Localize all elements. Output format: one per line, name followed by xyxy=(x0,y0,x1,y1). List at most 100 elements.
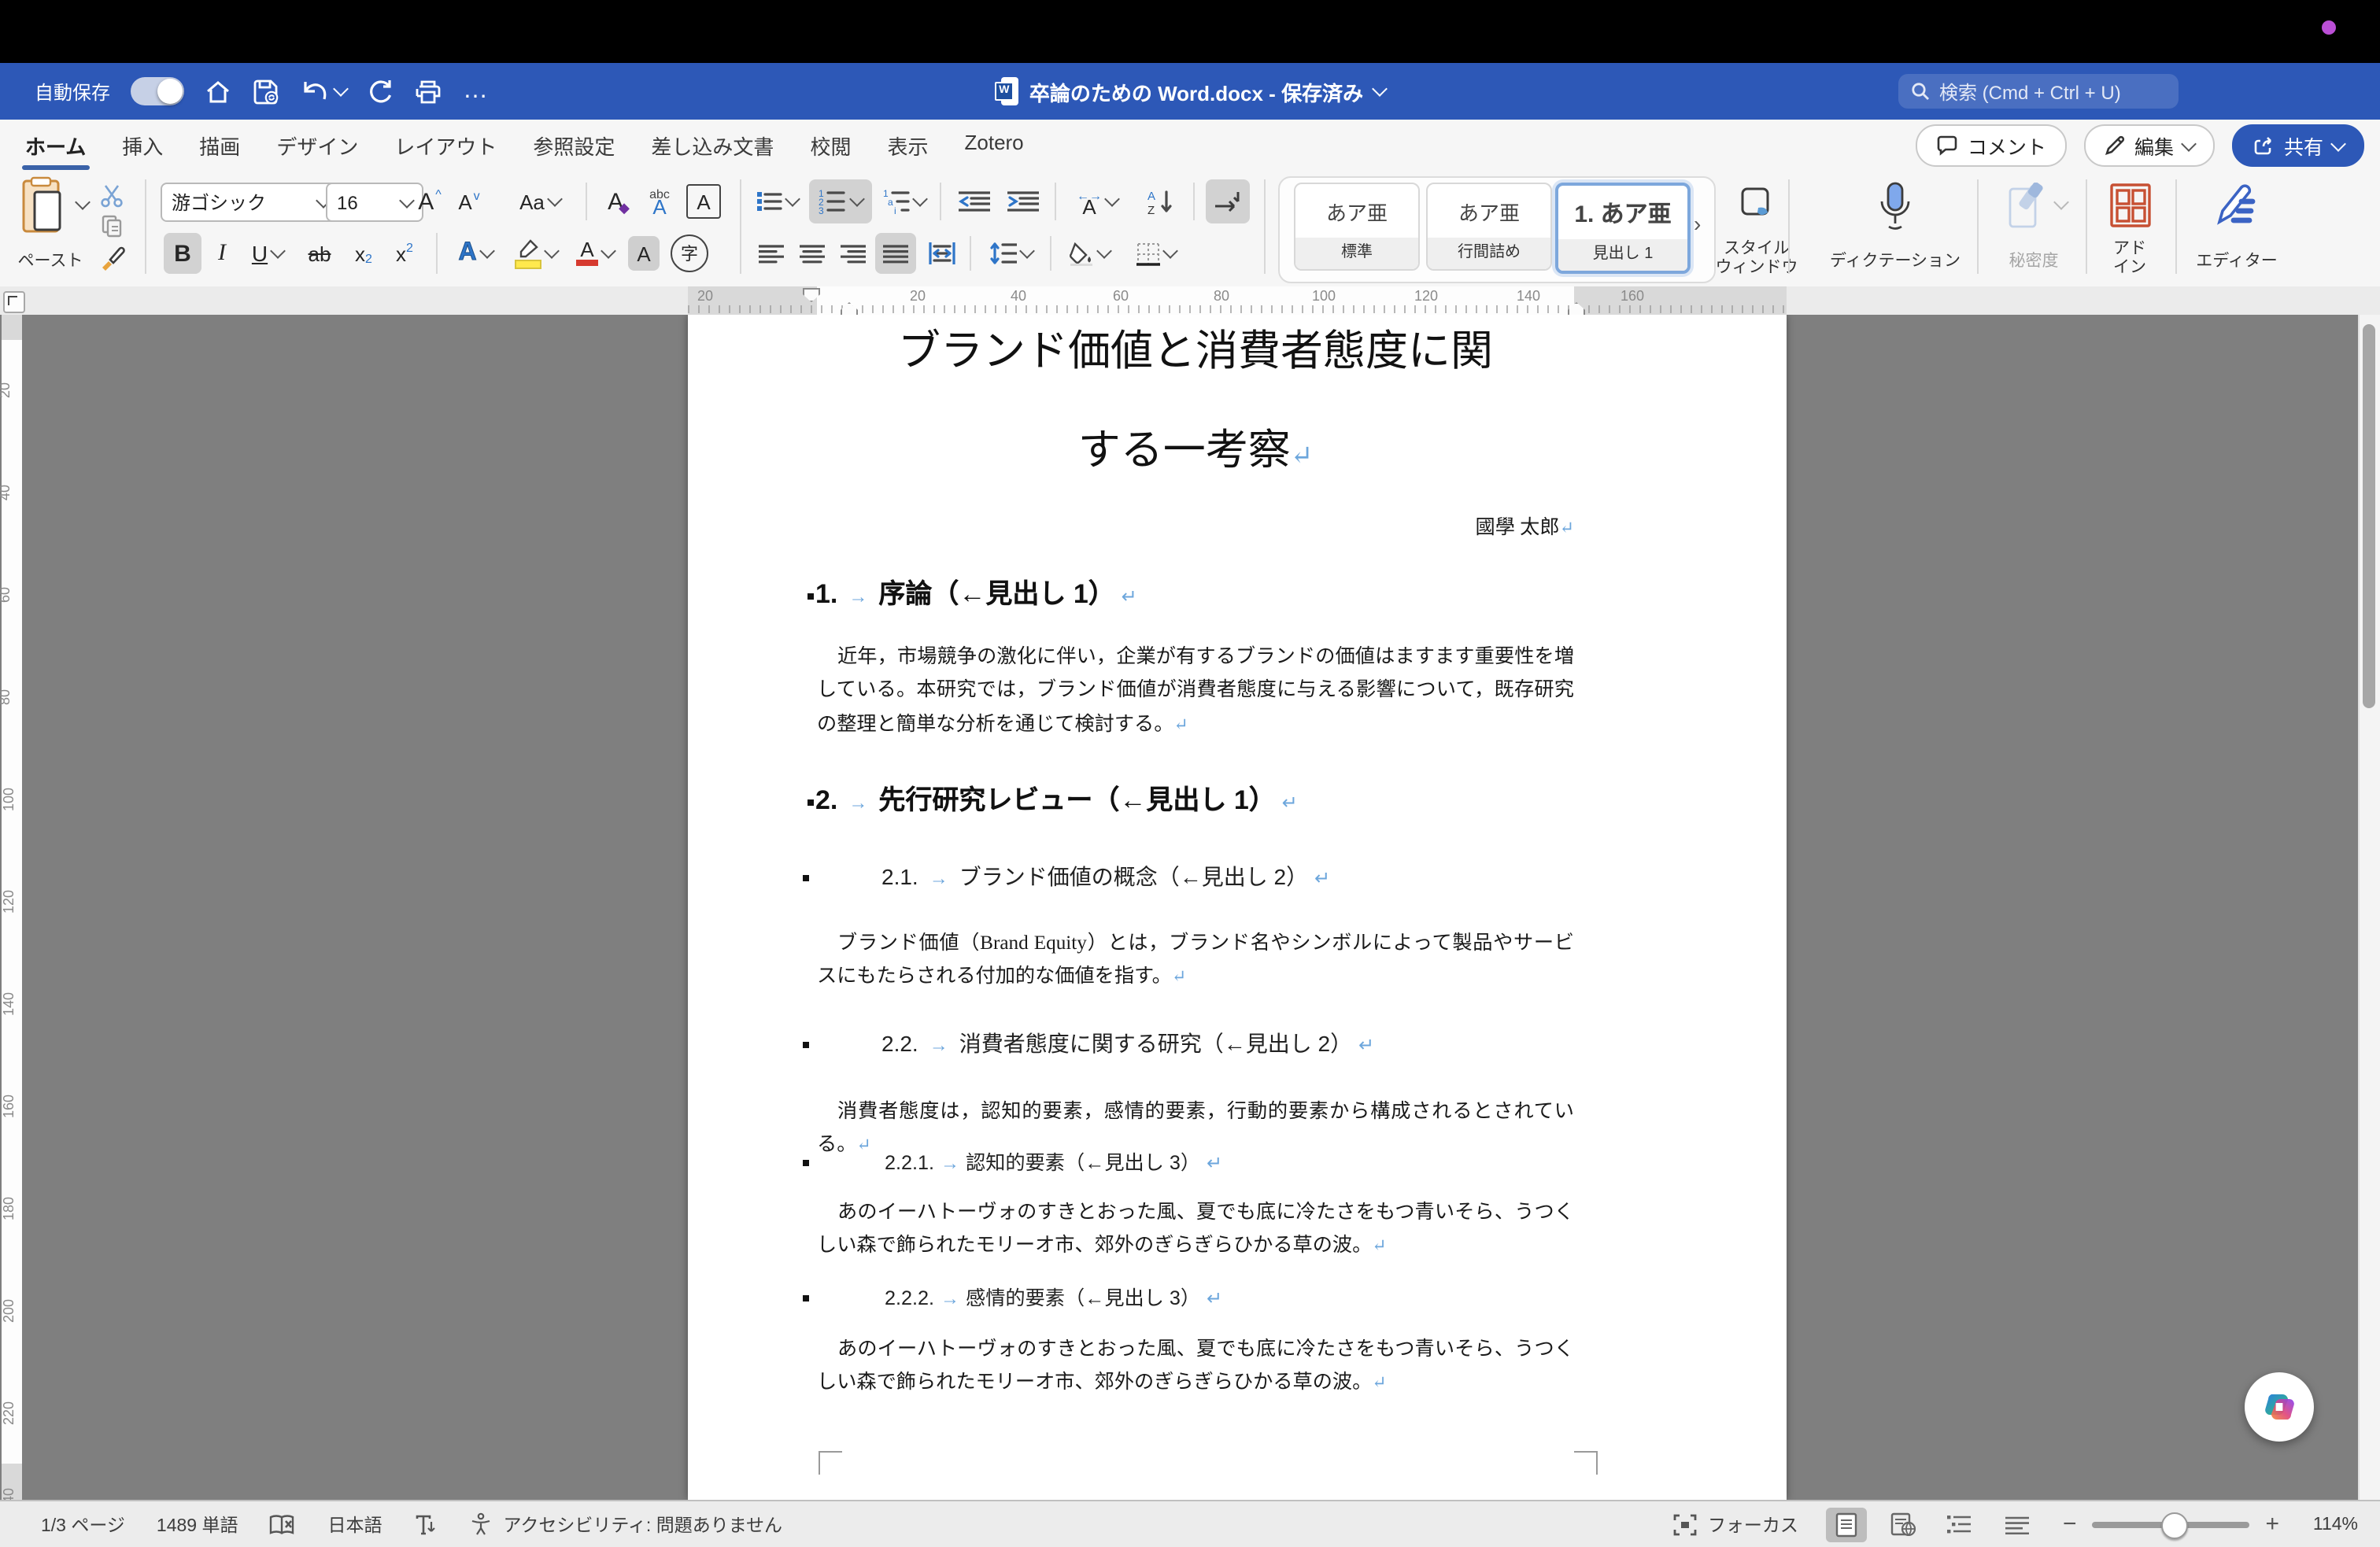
sensitivity-icon[interactable] xyxy=(2002,179,2049,233)
spell-check-icon[interactable] xyxy=(269,1513,296,1535)
editing-mode-button[interactable]: 編集 xyxy=(2084,124,2215,167)
document-page[interactable]: ブランド価値と消費者態度に関 する一考察↵ 國學 太郎↵ 1.→序論（←見出し … xyxy=(688,315,1787,1500)
align-right-icon[interactable] xyxy=(836,236,870,271)
heading3-cognitive[interactable]: 2.2.1.→認知的要素（←見出し 3）↵ xyxy=(803,1146,1222,1176)
paragraph-brand-equity[interactable]: ブランド価値（Brand Equity）とは，ブランド名やシンボルによって製品や… xyxy=(817,927,1574,995)
doc-author[interactable]: 國學 太郎↵ xyxy=(817,510,1574,540)
cut-icon[interactable] xyxy=(94,181,129,209)
zoom-percentage[interactable]: 114% xyxy=(2295,1515,2358,1534)
word-count[interactable]: 1489 単語 xyxy=(157,1512,238,1537)
paste-button[interactable] xyxy=(19,176,72,242)
home-icon[interactable] xyxy=(205,78,231,105)
zoom-out-button[interactable]: − xyxy=(2063,1511,2077,1538)
accessibility-status[interactable]: アクセシビリティ: 問題ありません xyxy=(468,1512,782,1537)
more-commands-icon[interactable]: … xyxy=(463,77,490,105)
text-predictions-icon[interactable] xyxy=(413,1513,437,1535)
paragraph-intro[interactable]: 近年，市場競争の激化に伴い，企業が有するブランドの価値はますます重要性を増してい… xyxy=(817,641,1574,743)
doc-title-line1[interactable]: ブランド価値と消費者態度に関 xyxy=(817,316,1574,378)
paragraph-cognitive[interactable]: あのイーハトーヴォのすきとおった風、夏でも底に冷たさをもつ青いそら、うつくしい森… xyxy=(817,1196,1574,1265)
style-card-no-spacing[interactable]: あア亜 行間詰め xyxy=(1426,183,1552,271)
subscript-button[interactable]: x2 xyxy=(345,233,382,274)
document-title[interactable]: 卒論のための Word.docx - 保存済み xyxy=(1029,76,1363,106)
bullets-icon[interactable] xyxy=(752,183,803,220)
view-print-layout-button[interactable] xyxy=(1827,1507,1868,1541)
title-dropdown-chevron[interactable] xyxy=(1372,81,1388,97)
heading2-consumer-attitude[interactable]: 2.2.→消費者態度に関する研究（←見出し 2）↵ xyxy=(803,1028,1374,1059)
paragraph-affective[interactable]: あのイーハトーヴォのすきとおった風、夏でも底に冷たさをもつ青いそら、うつくしい森… xyxy=(817,1333,1574,1401)
heading1-review[interactable]: 2.→先行研究レビュー（←見出し 1）↵ xyxy=(808,777,1298,817)
style-window-icon[interactable] xyxy=(1735,183,1779,223)
tab-insert[interactable]: 挿入 xyxy=(119,120,166,169)
heading1-intro[interactable]: 1.→序論（←見出し 1）↵ xyxy=(808,571,1137,611)
justify-button[interactable] xyxy=(875,233,916,274)
search-box[interactable]: 検索 (Cmd + Ctrl + U) xyxy=(1898,74,2179,109)
style-card-normal[interactable]: あア亜 標準 xyxy=(1294,183,1420,271)
view-draft-button[interactable] xyxy=(1997,1507,2038,1541)
heading3-affective[interactable]: 2.2.2.→感情的要素（←見出し 3）↵ xyxy=(803,1281,1222,1311)
font-size-combo[interactable]: 16 xyxy=(326,183,423,222)
strikethrough-button[interactable]: ab xyxy=(299,233,340,274)
sort-icon[interactable]: AZ xyxy=(1140,183,1184,220)
format-painter-icon[interactable] xyxy=(94,242,129,274)
tab-review[interactable]: 校閲 xyxy=(807,120,854,169)
style-card-heading1[interactable]: 1. あア亜 見出し 1 xyxy=(1555,183,1691,274)
autosave-toggle[interactable] xyxy=(131,77,184,105)
tab-selector-icon[interactable] xyxy=(3,291,25,313)
align-center-icon[interactable] xyxy=(795,236,830,271)
align-left-icon[interactable] xyxy=(754,236,789,271)
phonetic-guide-icon[interactable]: abcA xyxy=(639,183,680,220)
view-outline-button[interactable] xyxy=(1940,1507,1981,1541)
borders-icon[interactable] xyxy=(1124,236,1187,271)
tab-design[interactable]: デザイン xyxy=(273,120,361,169)
tab-zotero[interactable]: Zotero xyxy=(962,120,1027,169)
underline-button[interactable]: U xyxy=(241,233,294,274)
dictation-icon[interactable] xyxy=(1870,178,1920,234)
change-case-icon[interactable]: Aa xyxy=(507,183,573,220)
zoom-in-button[interactable]: + xyxy=(2265,1511,2279,1538)
distribute-text-icon[interactable] xyxy=(922,236,960,271)
tab-mailings[interactable]: 差し込み文書 xyxy=(648,120,777,169)
heading2-brand-equity[interactable]: 2.1.→ブランド価値の概念（←見出し 2）↵ xyxy=(803,861,1330,892)
tab-layout[interactable]: レイアウト xyxy=(391,120,500,169)
tab-home[interactable]: ホーム xyxy=(22,120,89,169)
vertical-scrollbar[interactable] xyxy=(2358,315,2380,1500)
tab-draw[interactable]: 描画 xyxy=(196,120,243,169)
bold-button[interactable]: B xyxy=(164,233,201,274)
highlight-color-icon[interactable] xyxy=(507,233,564,274)
zoom-slider[interactable] xyxy=(2092,1521,2249,1527)
undo-dropdown-chevron[interactable] xyxy=(333,81,349,97)
addins-icon[interactable] xyxy=(2106,179,2153,230)
enclose-characters-icon[interactable]: 字 xyxy=(671,234,708,272)
increase-indent-icon[interactable] xyxy=(1001,183,1045,220)
asian-layout-icon[interactable]: ←→A xyxy=(1067,183,1127,220)
language-indicator[interactable]: 日本語 xyxy=(327,1512,382,1537)
superscript-button[interactable]: x2 xyxy=(386,233,423,274)
focus-mode-button[interactable]: フォーカス xyxy=(1673,1512,1798,1537)
tab-references[interactable]: 参照設定 xyxy=(530,120,618,169)
share-button[interactable]: 共有 xyxy=(2232,124,2364,167)
font-color-icon[interactable]: A xyxy=(568,233,622,274)
clear-formatting-icon[interactable]: A◆ xyxy=(600,183,638,220)
redo-icon[interactable] xyxy=(367,78,394,105)
character-shading-icon[interactable]: A xyxy=(628,236,660,271)
view-web-layout-button[interactable] xyxy=(1883,1507,1924,1541)
shrink-font-icon[interactable]: Av xyxy=(450,183,488,220)
doc-title-line2[interactable]: する一考察↵ xyxy=(817,415,1574,477)
font-name-combo[interactable]: 游ゴシック xyxy=(161,183,340,222)
shading-icon[interactable] xyxy=(1061,236,1118,271)
scrollbar-thumb[interactable] xyxy=(2363,324,2375,708)
show-formatting-marks-button[interactable] xyxy=(1206,179,1250,223)
save-icon[interactable] xyxy=(252,78,280,105)
line-spacing-icon[interactable] xyxy=(982,236,1039,271)
paste-dropdown-chevron[interactable] xyxy=(75,194,91,210)
numbering-button[interactable]: 123 xyxy=(809,179,872,223)
vertical-ruler[interactable]: 20 40 60 80 100 120 140 160 180 200 220 … xyxy=(2,315,22,1500)
text-effects-icon[interactable]: A xyxy=(449,233,502,274)
copilot-button[interactable] xyxy=(2245,1372,2314,1442)
copy-icon[interactable] xyxy=(94,211,129,239)
print-icon[interactable] xyxy=(414,78,442,105)
undo-icon[interactable] xyxy=(301,79,346,104)
italic-button[interactable]: I xyxy=(206,233,238,274)
grow-font-icon[interactable]: A^ xyxy=(411,183,449,220)
zoom-slider-thumb[interactable] xyxy=(2161,1512,2188,1538)
